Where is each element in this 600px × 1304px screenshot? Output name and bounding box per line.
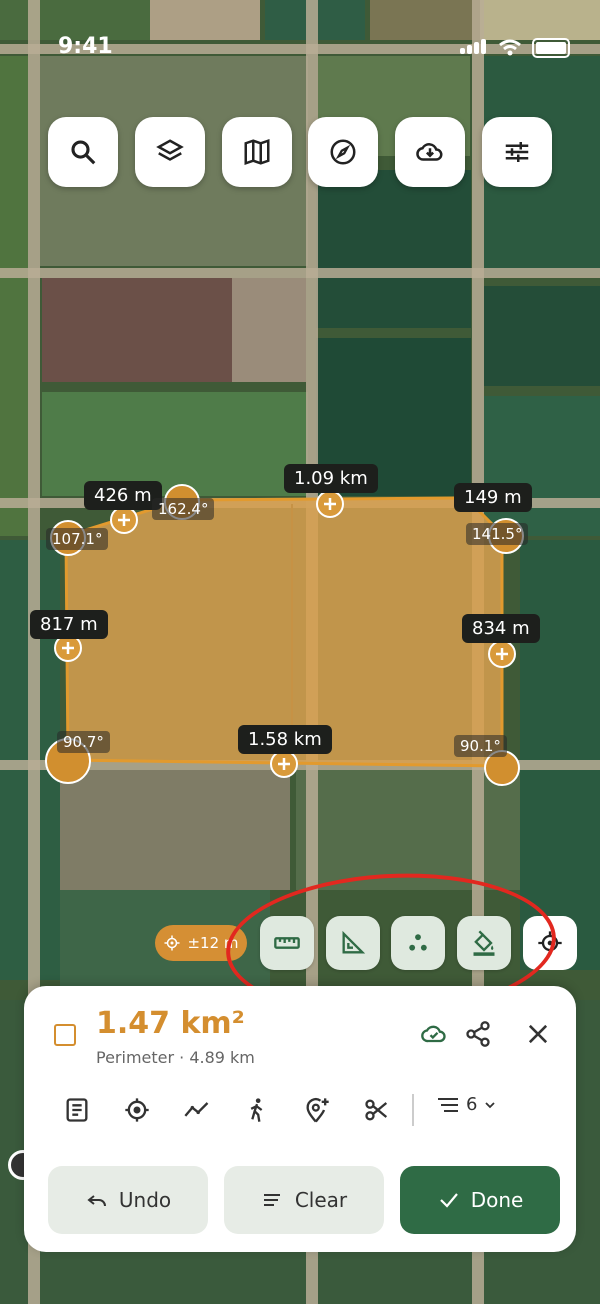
- checkmark-icon: [439, 1193, 458, 1208]
- gps-mode-button[interactable]: [121, 1094, 153, 1126]
- area-value: 1.47 km²: [96, 1006, 245, 1041]
- undo-button[interactable]: Undo: [48, 1166, 208, 1234]
- split-button[interactable]: [361, 1094, 393, 1126]
- ruler-button[interactable]: [260, 916, 314, 970]
- search-icon: [71, 140, 96, 165]
- battery-icon: [532, 38, 570, 58]
- close-button[interactable]: [522, 1018, 554, 1050]
- sliders-icon: [505, 142, 529, 162]
- gps-accuracy-chip[interactable]: ±12 m: [155, 925, 247, 961]
- plus-icon: [118, 514, 130, 526]
- points-button[interactable]: [391, 916, 445, 970]
- done-button[interactable]: Done: [400, 1166, 560, 1234]
- layers-button[interactable]: [135, 117, 205, 187]
- segment-length-label: 817 m: [30, 610, 108, 639]
- add-pin-button[interactable]: [301, 1094, 333, 1126]
- map-icon: [244, 139, 270, 165]
- fill-style-button[interactable]: [457, 916, 511, 970]
- angle-icon: [342, 930, 366, 954]
- chevron-down-icon: [485, 1101, 496, 1108]
- midpoint-add-handle[interactable]: [270, 750, 298, 778]
- angle-label: 90.1°: [454, 735, 507, 757]
- layers-icon: [156, 139, 184, 161]
- vertex-count-dropdown[interactable]: 6: [436, 1094, 497, 1115]
- clear-button[interactable]: Clear: [224, 1166, 384, 1234]
- share-button[interactable]: [462, 1018, 494, 1050]
- plus-icon: [496, 648, 508, 660]
- midpoint-add-handle[interactable]: [110, 506, 138, 534]
- done-label: Done: [470, 1188, 524, 1212]
- undo-icon: [87, 1195, 106, 1207]
- midpoint-add-handle[interactable]: [488, 640, 516, 668]
- settings-button[interactable]: [482, 117, 552, 187]
- notes-icon: [66, 1098, 88, 1122]
- crosshair-icon: [538, 931, 562, 955]
- angle-label: 90.7°: [57, 731, 110, 753]
- walk-mode-button[interactable]: [241, 1094, 273, 1126]
- angle-button[interactable]: [326, 916, 380, 970]
- target-icon: [125, 1098, 149, 1122]
- segment-length-label: 149 m: [454, 483, 532, 512]
- angle-label: 141.5°: [466, 523, 529, 545]
- line-mode-button[interactable]: [181, 1094, 213, 1126]
- segment-length-label: 834 m: [462, 614, 540, 643]
- map-button[interactable]: [222, 117, 292, 187]
- measurement-panel: 1.47 km² Perimeter · 4.89 km 6 Undo Clea…: [24, 986, 576, 1252]
- clear-label: Clear: [294, 1188, 348, 1212]
- ruler-icon: [274, 937, 300, 949]
- close-icon: [528, 1024, 548, 1044]
- segment-length-label: 426 m: [84, 481, 162, 510]
- gps-accuracy-text: ±12 m: [187, 934, 239, 952]
- toolbar-divider: [412, 1094, 414, 1126]
- gps-icon: [164, 935, 180, 951]
- walking-person-icon: [250, 1098, 263, 1122]
- plus-icon: [62, 642, 74, 654]
- points-icon: [409, 934, 427, 951]
- notes-button[interactable]: [61, 1094, 93, 1126]
- clear-icon: [263, 1194, 280, 1206]
- cloud-download-icon: [416, 143, 443, 161]
- add-pin-icon: [306, 1098, 329, 1123]
- scissors-icon: [365, 1099, 388, 1121]
- download-button[interactable]: [395, 117, 465, 187]
- compass-icon: [330, 139, 356, 165]
- perimeter-value: Perimeter · 4.89 km: [96, 1048, 255, 1067]
- segment-length-label: 1.58 km: [238, 725, 332, 754]
- select-checkbox[interactable]: [54, 1024, 76, 1046]
- paint-bucket-icon: [473, 930, 495, 956]
- plus-icon: [278, 758, 290, 770]
- search-button[interactable]: [48, 117, 118, 187]
- undo-label: Undo: [118, 1188, 172, 1212]
- cloud-sync-button[interactable]: [418, 1018, 450, 1050]
- signal-icon: [460, 38, 488, 58]
- midpoint-add-handle[interactable]: [316, 490, 344, 518]
- angle-label: 107.1°: [46, 528, 109, 550]
- polyline-icon: [184, 1102, 209, 1117]
- locate-me-button[interactable]: [523, 916, 577, 970]
- plus-icon: [324, 498, 336, 510]
- status-time: 9:41: [58, 34, 113, 59]
- share-icon: [466, 1021, 490, 1047]
- wifi-icon: [499, 39, 521, 56]
- cloud-check-icon: [421, 1025, 446, 1043]
- angle-label: 162.4°: [152, 498, 215, 520]
- compass-button[interactable]: [308, 117, 378, 187]
- segment-length-label: 1.09 km: [284, 464, 378, 493]
- status-bar: 9:41: [0, 0, 600, 96]
- vertex-count-value: 6: [466, 1094, 478, 1115]
- list-icon: [438, 1097, 458, 1112]
